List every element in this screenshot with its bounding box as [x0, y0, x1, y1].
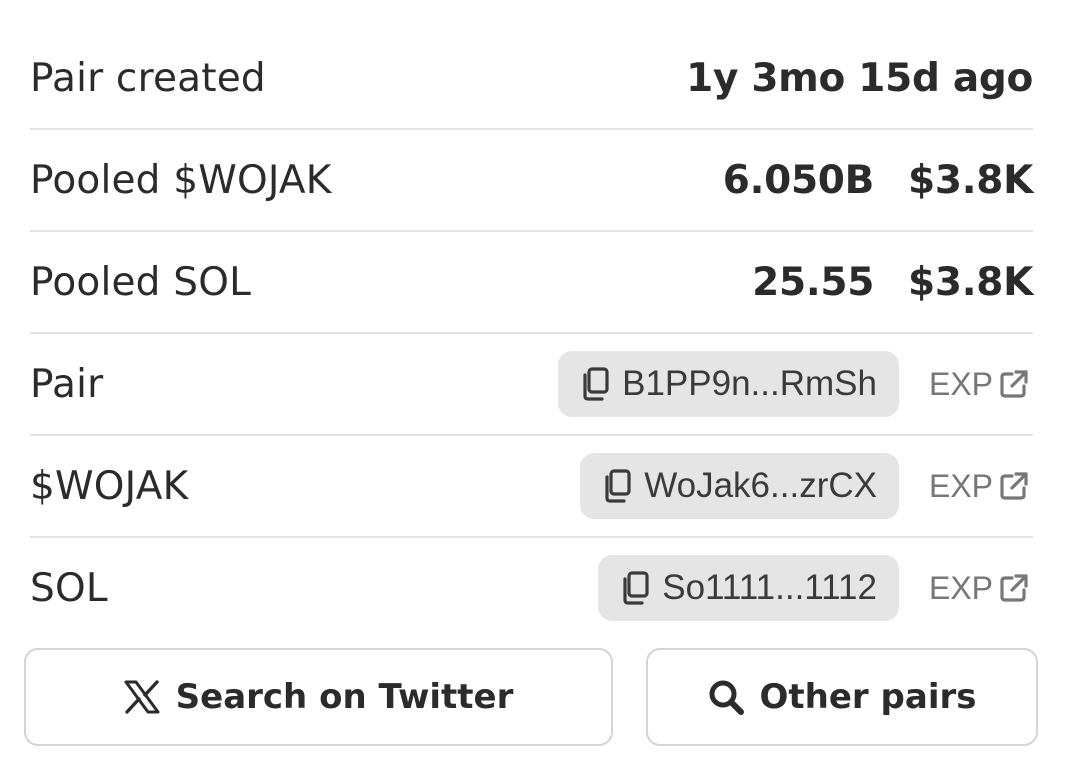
- pooled-token-values: 6.050B $3.8K: [722, 157, 1034, 203]
- pooled-token-usd: $3.8K: [908, 157, 1033, 203]
- external-link-icon: [1000, 370, 1028, 398]
- token-address-row: $WOJAK WoJak6...zrCX EXP: [30, 436, 1033, 538]
- pair-explorer-label: EXP: [928, 365, 993, 402]
- sol-address-label: SOL: [30, 565, 108, 611]
- copy-icon: [623, 571, 649, 605]
- copy-sol-address-button[interactable]: So1111...1112: [598, 555, 899, 621]
- search-on-twitter-label: Search on Twitter: [175, 677, 514, 717]
- token-address-label: $WOJAK: [30, 463, 189, 509]
- pair-info-list: Pair created 1y 3mo 15d ago Pooled $WOJA…: [30, 28, 1033, 638]
- copy-icon: [605, 469, 631, 503]
- external-link-icon: [1000, 472, 1028, 500]
- action-buttons: Search on Twitter Other pairs: [24, 648, 1038, 746]
- pooled-token-amount: 6.050B: [722, 157, 875, 203]
- pair-created-label: Pair created: [30, 55, 266, 101]
- pair-address-text: B1PP9n...RmSh: [622, 364, 877, 403]
- pooled-sol-amount: 25.55: [752, 259, 875, 305]
- pooled-token-label: Pooled $WOJAK: [30, 157, 332, 203]
- sol-address-actions: So1111...1112 EXP: [598, 555, 1033, 621]
- other-pairs-button[interactable]: Other pairs: [646, 648, 1038, 746]
- pooled-sol-values: 25.55 $3.8K: [752, 260, 1033, 305]
- pair-address-label: Pair: [30, 361, 104, 407]
- token-explorer-link[interactable]: EXP: [929, 468, 1029, 505]
- search-on-twitter-button[interactable]: Search on Twitter: [24, 648, 613, 746]
- copy-icon: [583, 367, 609, 401]
- token-address-actions: WoJak6...zrCX EXP: [580, 453, 1033, 519]
- pair-address-actions: B1PP9n...RmSh EXP: [558, 351, 1033, 417]
- pair-created-row: Pair created 1y 3mo 15d ago: [30, 28, 1033, 130]
- token-explorer-label: EXP: [928, 467, 993, 504]
- pair-address-row: Pair B1PP9n...RmSh EXP: [30, 334, 1033, 436]
- sol-explorer-label: EXP: [928, 569, 993, 606]
- pair-explorer-link[interactable]: EXP: [929, 366, 1029, 403]
- sol-address-text: So1111...1112: [662, 568, 877, 607]
- other-pairs-label: Other pairs: [759, 677, 977, 717]
- pooled-sol-label: Pooled SOL: [30, 259, 252, 305]
- pooled-sol-usd: $3.8K: [908, 259, 1033, 305]
- pooled-sol-row: Pooled SOL 25.55 $3.8K: [30, 232, 1033, 334]
- token-address-text: WoJak6...zrCX: [644, 466, 877, 505]
- sol-explorer-link[interactable]: EXP: [929, 570, 1029, 607]
- pair-created-value: 1y 3mo 15d ago: [686, 55, 1033, 101]
- sol-address-row: SOL So1111...1112 EXP: [30, 538, 1033, 638]
- x-logo-icon: [124, 680, 160, 714]
- copy-pair-address-button[interactable]: B1PP9n...RmSh: [558, 351, 899, 417]
- copy-token-address-button[interactable]: WoJak6...zrCX: [580, 453, 899, 519]
- external-link-icon: [1000, 574, 1028, 602]
- pooled-token-row: Pooled $WOJAK 6.050B $3.8K: [30, 130, 1033, 232]
- search-icon: [709, 680, 744, 715]
